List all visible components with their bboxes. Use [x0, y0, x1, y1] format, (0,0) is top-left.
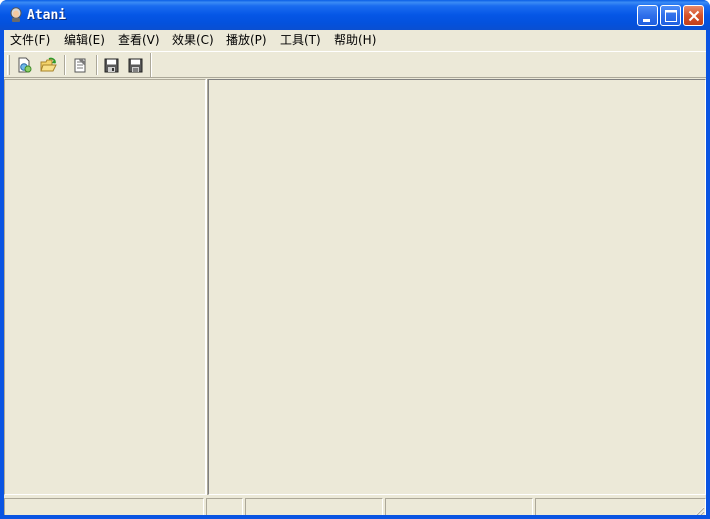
save-button[interactable]: [100, 54, 123, 76]
toolbar: [4, 51, 706, 78]
app-window: Atani 文件(F) 编辑(E) 查看(V) 效果(C) 播放(P) 工具(T…: [0, 0, 710, 519]
save-icon: [104, 58, 119, 73]
toolbar-separator: [96, 55, 98, 75]
menu-bar: 文件(F) 编辑(E) 查看(V) 效果(C) 播放(P) 工具(T) 帮助(H…: [4, 30, 706, 50]
menu-file[interactable]: 文件(F): [8, 30, 52, 50]
toolbar-separator: [64, 55, 66, 75]
save-as-button[interactable]: [124, 54, 147, 76]
close-button[interactable]: [683, 5, 704, 26]
maximize-button[interactable]: [660, 5, 681, 26]
toolbar-grip[interactable]: [7, 55, 10, 75]
window-frame-right[interactable]: [706, 30, 710, 519]
right-pane[interactable]: [208, 79, 706, 495]
app-icon: [10, 7, 22, 22]
menu-help[interactable]: 帮助(H): [332, 30, 378, 50]
menu-play[interactable]: 播放(P): [224, 30, 269, 50]
title-bar[interactable]: Atani: [0, 0, 710, 30]
new-file-icon: [18, 57, 32, 73]
open-button[interactable]: [37, 54, 60, 76]
menu-edit[interactable]: 编辑(E): [62, 30, 107, 50]
left-pane[interactable]: [4, 79, 206, 495]
properties-button[interactable]: [69, 54, 92, 76]
maximize-icon: [665, 10, 677, 22]
save-as-icon: [128, 58, 143, 73]
window-title: Atani: [27, 8, 67, 23]
minimize-icon: [643, 19, 650, 22]
menu-effects[interactable]: 效果(C): [170, 30, 216, 50]
close-icon: [688, 10, 700, 22]
toolbar-end-separator: [150, 53, 152, 77]
minimize-button[interactable]: [637, 5, 658, 26]
menu-tools[interactable]: 工具(T): [278, 30, 323, 50]
properties-icon: [74, 58, 86, 73]
new-file-button[interactable]: [13, 54, 36, 76]
menu-view[interactable]: 查看(V): [116, 30, 162, 50]
window-frame-bottom[interactable]: [0, 515, 710, 519]
client-area: 文件(F) 编辑(E) 查看(V) 效果(C) 播放(P) 工具(T) 帮助(H…: [4, 30, 706, 519]
open-folder-icon: [40, 57, 57, 72]
